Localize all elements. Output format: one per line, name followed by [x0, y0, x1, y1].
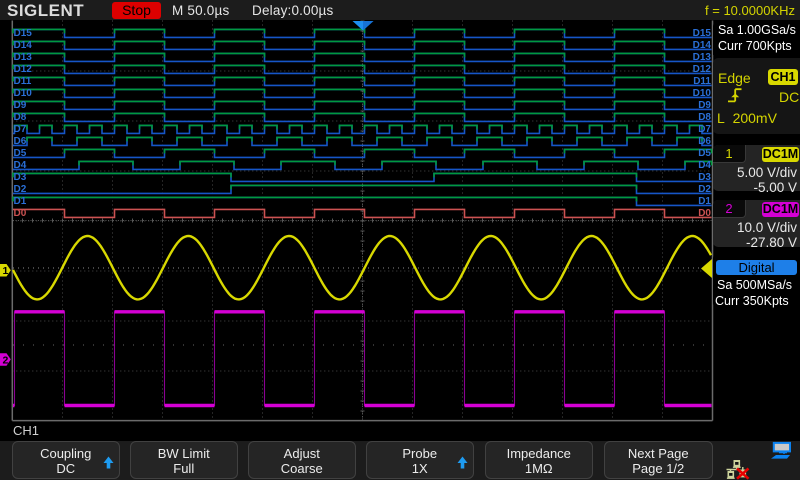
svg-text:D5: D5	[698, 148, 711, 159]
svg-text:D4: D4	[14, 160, 27, 171]
svg-text:D11: D11	[14, 76, 32, 87]
svg-text:D14: D14	[14, 40, 33, 51]
svg-text:D5: D5	[14, 148, 27, 159]
svg-text:D4: D4	[698, 160, 711, 171]
svg-text:D1: D1	[14, 196, 27, 207]
svg-text:D9: D9	[698, 100, 711, 111]
svg-text:1: 1	[3, 265, 9, 277]
svg-text:D7: D7	[698, 124, 711, 135]
svg-text:D7: D7	[14, 124, 27, 135]
svg-text:D11: D11	[693, 76, 711, 87]
svg-text:D13: D13	[14, 52, 33, 63]
svg-text:D9: D9	[14, 100, 27, 111]
svg-text:D15: D15	[14, 28, 33, 39]
svg-text:D8: D8	[14, 112, 27, 123]
svg-text:D3: D3	[14, 172, 27, 183]
svg-text:D6: D6	[698, 136, 711, 147]
svg-text:D12: D12	[693, 64, 712, 75]
svg-text:D2: D2	[14, 184, 27, 195]
svg-text:D12: D12	[14, 64, 33, 75]
svg-text:D13: D13	[693, 52, 712, 63]
svg-text:D8: D8	[698, 112, 711, 123]
svg-text:D10: D10	[14, 88, 33, 99]
svg-text:D0: D0	[698, 208, 711, 219]
svg-text:2: 2	[3, 354, 9, 366]
svg-text:D14: D14	[693, 40, 712, 51]
svg-text:D0: D0	[14, 208, 27, 219]
svg-text:D6: D6	[14, 136, 27, 147]
svg-text:D15: D15	[693, 28, 712, 39]
svg-text:D1: D1	[698, 196, 711, 207]
svg-text:D2: D2	[698, 184, 711, 195]
svg-text:D3: D3	[698, 172, 711, 183]
svg-text:D10: D10	[693, 88, 712, 99]
